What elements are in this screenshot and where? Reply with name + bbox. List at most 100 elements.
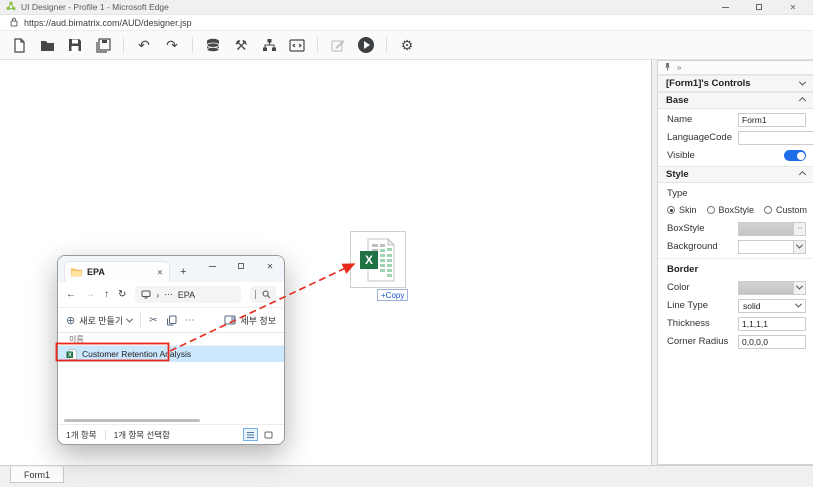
breadcrumb-current-folder[interactable]: EPA	[178, 290, 195, 300]
window-title: UI Designer - Profile 1 - Microsoft Edge	[21, 2, 719, 12]
save-all-button[interactable]	[90, 34, 116, 56]
url-bar[interactable]: https://aud.bimatrix.com/AUD/designer.js…	[0, 15, 813, 31]
name-label: Name	[667, 114, 738, 125]
redo-button[interactable]: ↷	[159, 34, 185, 56]
address-bar[interactable]: › ⋯ EPA	[135, 286, 241, 303]
settings-button[interactable]: ⚙	[394, 34, 420, 56]
details-pane-button[interactable]: 세부 정보	[224, 314, 276, 327]
circle-plus-icon: ⊕	[66, 314, 75, 327]
new-tab-button[interactable]: +	[180, 266, 186, 278]
explorer-command-bar: ⊕ 새로 만들기 ✂ ⋯ 세부 정보	[58, 308, 284, 333]
chevron-down-icon	[126, 315, 133, 322]
edit-button[interactable]	[325, 34, 351, 56]
search-divider	[255, 290, 256, 299]
back-button[interactable]: ←	[66, 289, 76, 300]
explorer-empty-area[interactable]	[58, 362, 284, 424]
open-folder-button[interactable]	[34, 34, 60, 56]
excel-file-icon: X	[358, 237, 398, 283]
large-icons-view-button[interactable]	[261, 428, 276, 441]
line-type-label: Line Type	[667, 300, 738, 311]
type-label-row: Type	[658, 186, 813, 201]
collapse-panel-icon[interactable]: »	[677, 63, 681, 72]
corner-radius-input[interactable]	[738, 335, 806, 349]
chevron-down-icon	[795, 301, 802, 308]
controls-section-header[interactable]: [Form1]'s Controls	[658, 75, 813, 92]
tab-form1[interactable]: Form1	[10, 466, 64, 483]
visible-toggle[interactable]	[784, 150, 806, 161]
maximize-button[interactable]	[753, 1, 765, 13]
border-color-swatch[interactable]	[738, 281, 793, 295]
close-button[interactable]: ✕	[787, 1, 799, 13]
minimize-button[interactable]	[719, 1, 731, 13]
type-radio-group: Skin BoxStyle Custom	[658, 203, 813, 217]
radio-boxstyle[interactable]	[707, 206, 715, 214]
boxstyle-picker-button[interactable]: ···	[793, 222, 806, 236]
sitemap-button[interactable]	[256, 34, 282, 56]
status-divider	[105, 430, 106, 440]
chevron-down-icon	[799, 79, 806, 86]
background-swatch[interactable]	[738, 240, 793, 254]
copy-button[interactable]	[166, 315, 177, 326]
status-item-count: 1개 항목	[66, 429, 97, 441]
new-item-label: 새로 만들기	[79, 314, 123, 327]
explorer-tab[interactable]: EPA ✕	[64, 261, 170, 282]
search-icon	[262, 290, 271, 299]
forward-button[interactable]: →	[85, 289, 95, 300]
explorer-minimize-button[interactable]	[206, 260, 218, 272]
tab-close-icon[interactable]: ✕	[157, 268, 163, 277]
dragged-excel-item[interactable]: X	[350, 231, 406, 288]
file-explorer-window[interactable]: EPA ✕ + ✕ ← → ↑ ↻ › ⋯ EPA	[57, 255, 285, 445]
drag-copy-badge: +Copy	[377, 289, 408, 301]
thumbnail-view-icon	[264, 431, 273, 439]
undo-button[interactable]: ↶	[131, 34, 157, 56]
properties-panel: » [Form1]'s Controls Base Name LanguageC…	[657, 60, 813, 465]
bottom-tab-bar: Form1	[0, 465, 813, 487]
radio-skin[interactable]	[667, 206, 675, 214]
tools-button[interactable]: ⚒	[228, 34, 254, 56]
thickness-row: Thickness	[658, 316, 813, 331]
controls-section-title: [Form1]'s Controls	[666, 78, 751, 89]
run-button[interactable]	[353, 34, 379, 56]
border-color-row: Color	[658, 280, 813, 295]
border-subsection-title: Border	[658, 258, 813, 277]
explorer-maximize-button[interactable]	[235, 260, 247, 272]
languagecode-input[interactable]	[738, 131, 813, 145]
save-button[interactable]	[62, 34, 88, 56]
style-section-header[interactable]: Style	[658, 166, 813, 183]
name-input[interactable]	[738, 113, 806, 127]
line-type-select[interactable]: solid	[738, 299, 806, 313]
refresh-button[interactable]: ↻	[118, 289, 126, 300]
languagecode-label: LanguageCode	[667, 132, 738, 143]
url-text[interactable]: https://aud.bimatrix.com/AUD/designer.js…	[24, 18, 192, 28]
boxstyle-swatch[interactable]	[738, 222, 793, 236]
file-row-selected[interactable]: X Customer Retention Analysis	[58, 346, 284, 362]
database-button[interactable]	[200, 34, 226, 56]
more-options-button[interactable]: ⋯	[185, 315, 195, 326]
horizontal-scrollbar[interactable]	[64, 419, 200, 422]
breadcrumb-ellipsis[interactable]: ⋯	[164, 289, 173, 300]
base-section-header[interactable]: Base	[658, 92, 813, 109]
search-box[interactable]	[250, 286, 276, 303]
up-button[interactable]: ↑	[104, 289, 109, 300]
chevron-up-icon	[799, 97, 806, 104]
chevron-down-icon	[796, 242, 803, 249]
background-dropdown-button[interactable]	[793, 240, 806, 254]
type-label: Type	[667, 188, 806, 199]
border-color-dropdown-button[interactable]	[793, 281, 806, 295]
corner-radius-row: Corner Radius	[658, 334, 813, 349]
pin-icon[interactable]	[664, 62, 671, 73]
chevron-down-icon	[796, 283, 803, 290]
radio-custom[interactable]	[764, 206, 772, 214]
explorer-close-button[interactable]: ✕	[264, 260, 276, 272]
details-view-button[interactable]	[243, 428, 258, 441]
new-file-button[interactable]	[6, 34, 32, 56]
browser-window-controls: ✕	[719, 1, 807, 13]
explorer-nav-bar: ← → ↑ ↻ › ⋯ EPA	[58, 282, 284, 308]
border-color-label: Color	[667, 282, 738, 293]
column-header-name[interactable]: 이름	[58, 333, 284, 346]
thickness-input[interactable]	[738, 317, 806, 331]
new-item-button[interactable]: ⊕ 새로 만들기	[66, 314, 132, 327]
code-view-button[interactable]	[284, 34, 310, 56]
cut-button[interactable]: ✂	[149, 315, 157, 326]
breadcrumb-chevron-icon: ›	[156, 290, 159, 300]
